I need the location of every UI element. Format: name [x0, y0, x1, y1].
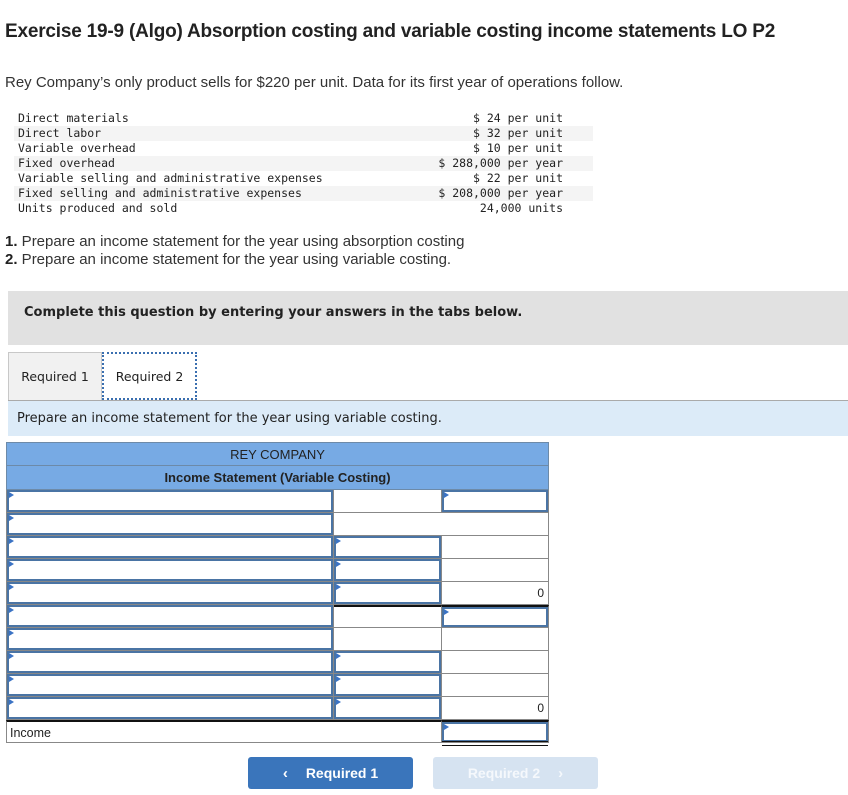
cost-value: $ 32 per unit — [398, 126, 593, 141]
empty-cell — [442, 651, 549, 674]
table-row — [6, 490, 549, 513]
table-row — [6, 674, 549, 697]
subtotal-value: 0 — [537, 586, 544, 600]
table-row — [6, 536, 549, 559]
label-dropdown[interactable] — [7, 513, 333, 535]
instructions-banner: Complete this question by entering your … — [8, 291, 848, 345]
empty-cell — [334, 490, 442, 513]
table-row — [6, 559, 549, 582]
label-dropdown[interactable] — [7, 536, 333, 558]
tab-required-2[interactable]: Required 2 — [102, 352, 197, 400]
chevron-right-icon: › — [558, 764, 564, 782]
chevron-left-icon: ‹ — [282, 764, 288, 782]
prev-required-button[interactable]: ‹ Required 1 — [248, 757, 413, 789]
amount-input[interactable] — [334, 697, 441, 719]
banner-text: Complete this question by entering your … — [24, 305, 523, 320]
cost-value: $ 208,000 per year — [398, 186, 593, 201]
table-row — [6, 605, 549, 628]
empty-cell — [442, 674, 549, 697]
income-statement: REY COMPANY Income Statement (Variable C… — [6, 442, 549, 746]
cost-row: Variable overhead $ 10 per unit — [14, 141, 593, 156]
empty-cell — [334, 628, 442, 651]
cost-row: Variable selling and administrative expe… — [14, 171, 593, 186]
amount-input[interactable] — [334, 536, 441, 558]
label-dropdown[interactable] — [7, 490, 333, 512]
empty-cell — [334, 513, 549, 536]
amount-input[interactable] — [334, 559, 441, 581]
cost-row: Units produced and sold 24,000 units — [14, 201, 593, 216]
cost-value: $ 288,000 per year — [398, 156, 593, 171]
cost-value: $ 10 per unit — [472, 141, 563, 155]
table-row: 0 — [6, 697, 549, 720]
label-dropdown[interactable] — [7, 605, 333, 627]
table-row — [6, 651, 549, 674]
tab-required-1[interactable]: Required 1 — [8, 352, 102, 400]
requirement-item: 2. Prepare an income statement for the y… — [5, 251, 452, 268]
statement-grid: 0 0 Income — [6, 490, 549, 746]
label-dropdown[interactable] — [7, 697, 333, 719]
table-row: 0 — [6, 582, 549, 605]
income-row: Income — [6, 720, 549, 746]
requirements-list: 1. Prepare an income statement for the y… — [5, 233, 464, 269]
cost-row: Fixed selling and administrative expense… — [14, 186, 593, 201]
empty-cell — [442, 559, 549, 582]
cost-value: $ 22 per unit — [472, 171, 563, 185]
cost-row: Direct materials $ 24 per unit — [14, 111, 593, 126]
cost-data-table: Direct materials $ 24 per unit Direct lab… — [14, 111, 593, 216]
tab-instruction-bar: Prepare an income statement for the year… — [8, 401, 848, 436]
amount-input[interactable] — [442, 607, 548, 627]
cost-label: Fixed selling and administrative expense… — [14, 186, 399, 201]
cost-label: Fixed overhead — [14, 156, 399, 171]
empty-cell — [442, 628, 549, 651]
label-dropdown[interactable] — [7, 559, 333, 581]
intro-text: Rey Company’s only product sells for $22… — [5, 74, 624, 91]
cost-label: Variable overhead — [18, 141, 136, 155]
statement-title: Income Statement (Variable Costing) — [6, 466, 549, 490]
subtotal-cell: 0 — [442, 582, 549, 605]
label-dropdown[interactable] — [7, 674, 333, 696]
empty-cell — [334, 605, 442, 628]
income-label-cell: Income — [6, 720, 442, 743]
cost-value: 24,000 units — [479, 201, 563, 215]
income-amount-input[interactable] — [442, 722, 548, 742]
label-dropdown[interactable] — [7, 651, 333, 673]
income-label: Income — [10, 726, 51, 740]
cost-value: $ 24 per unit — [472, 111, 563, 125]
amount-input[interactable] — [442, 490, 548, 512]
label-dropdown[interactable] — [7, 628, 333, 650]
subtotal-value: 0 — [537, 701, 544, 715]
amount-input[interactable] — [334, 674, 441, 696]
amount-input[interactable] — [334, 582, 441, 604]
requirement-item: 1. Prepare an income statement for the y… — [5, 233, 465, 250]
amount-input[interactable] — [334, 651, 441, 673]
tab-instruction-text: Prepare an income statement for the year… — [17, 411, 442, 426]
cost-row: Fixed overhead $ 288,000 per year — [14, 156, 593, 171]
cost-label: Variable selling and administrative expe… — [18, 171, 323, 185]
cost-row: Direct labor $ 32 per unit — [14, 126, 593, 141]
label-dropdown[interactable] — [7, 582, 333, 604]
next-button-label: Required 2 — [467, 765, 541, 781]
cost-label: Units produced and sold — [18, 201, 178, 215]
exercise-title: Exercise 19-9 (Algo) Absorption costing … — [5, 21, 776, 42]
subtotal-cell: 0 — [442, 697, 549, 720]
table-row — [6, 513, 549, 536]
prev-button-label: Required 1 — [305, 765, 379, 781]
company-name: REY COMPANY — [6, 442, 549, 466]
empty-cell — [442, 536, 549, 559]
cost-label: Direct labor — [14, 126, 399, 141]
cost-label: Direct materials — [18, 111, 129, 125]
next-required-button[interactable]: Required 2 › — [433, 757, 598, 789]
table-row — [6, 628, 549, 651]
